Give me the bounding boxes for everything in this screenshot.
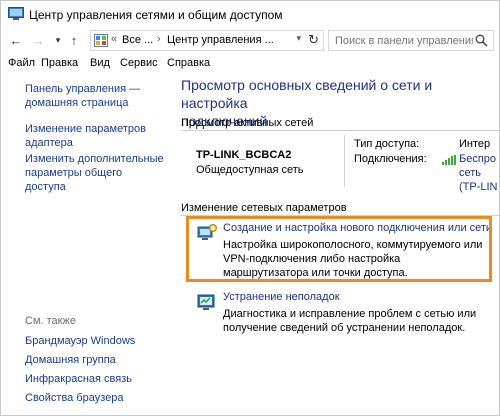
search-box[interactable] xyxy=(328,30,494,51)
menu-tools[interactable]: Сервис xyxy=(120,57,158,69)
network-center-icon xyxy=(8,7,24,20)
menu-bar: Файл Правка Вид Сервис Справка xyxy=(1,54,499,72)
see-also-heading: См. также xyxy=(25,315,76,327)
connection-link-line3[interactable]: (TP-LIN xyxy=(459,181,498,193)
network-sharing-center-window: Центр управления сетями и общим доступом… xyxy=(0,0,500,416)
access-type-value: Интер xyxy=(459,138,491,150)
troubleshoot-description: Диагностика и исправление проблем с сеть… xyxy=(223,308,477,334)
connection-link-line1[interactable]: Беспро xyxy=(459,153,496,165)
back-button[interactable]: ← xyxy=(7,31,25,49)
advanced-sharing-line1: Изменить дополнительные xyxy=(25,153,164,165)
search-icon[interactable] xyxy=(475,34,488,47)
change-adapter-line1: Изменение параметров xyxy=(25,123,146,135)
task-troubleshoot[interactable]: Устранение неполадок Диагностика и испра… xyxy=(189,291,489,339)
address-dropdown-icon[interactable]: ▾ xyxy=(296,33,301,44)
change-adapter-settings-link[interactable]: Изменение параметров адаптера xyxy=(25,122,165,150)
refresh-icon[interactable]: ↻ xyxy=(308,32,319,48)
network-name: TP-LINK_BCBCA2 xyxy=(196,149,292,161)
control-panel-home-line1: Панель управления — xyxy=(25,83,141,95)
highlight-frame xyxy=(186,216,492,282)
title-bar: Центр управления сетями и общим доступом xyxy=(1,1,499,29)
change-adapter-line2: адаптера xyxy=(25,137,73,149)
control-panel-home-link[interactable]: Панель управления — домашняя страница xyxy=(25,82,165,110)
connection-link-line2[interactable]: сеть xyxy=(459,167,481,179)
change-settings-header: Изменение сетевых параметров xyxy=(181,202,347,214)
page-title-line1: Просмотр основных сведений о сети и наст… xyxy=(181,77,433,111)
window-title: Центр управления сетями и общим доступом xyxy=(29,8,283,22)
forward-button[interactable]: → xyxy=(29,31,47,49)
advanced-sharing-settings-link[interactable]: Изменить дополнительные параметры общего… xyxy=(25,152,165,194)
breadcrumb-current[interactable]: Центр управления ... xyxy=(167,34,274,46)
active-networks-header: Просмотр активных сетей xyxy=(181,117,314,129)
chevron-down-icon: ▾ xyxy=(55,34,61,45)
control-panel-icon xyxy=(94,34,108,47)
see-also-infrared-link[interactable]: Инфракрасная связь xyxy=(25,372,165,386)
breadcrumb-all-items[interactable]: Все ... xyxy=(122,34,153,46)
up-arrow-icon: ↑ xyxy=(70,32,78,48)
back-arrow-icon: ← xyxy=(9,32,23,48)
menu-file[interactable]: Файл xyxy=(8,57,35,69)
active-networks-divider xyxy=(181,130,499,131)
forward-arrow-icon: → xyxy=(31,32,45,48)
network-category-link[interactable]: Общедоступная сеть xyxy=(196,164,304,176)
access-type-label: Тип доступа: xyxy=(354,138,420,150)
see-also-browser-properties-link[interactable]: Свойства браузера xyxy=(25,391,165,405)
menu-edit[interactable]: Правка xyxy=(41,57,78,69)
advanced-sharing-line2: параметры общего доступа xyxy=(25,167,123,193)
see-also-homegroup-link[interactable]: Домашняя группа xyxy=(25,353,165,367)
network-info-divider xyxy=(344,135,345,187)
navigation-bar: ← → ▾ ↑ « Все ... › Центр управления ...… xyxy=(1,29,499,53)
breadcrumb-separator-icon[interactable]: › xyxy=(157,33,161,45)
left-task-pane: Панель управления — домашняя страница Из… xyxy=(1,72,171,415)
breadcrumb-overflow-icon[interactable]: « xyxy=(111,33,117,45)
wifi-signal-icon xyxy=(442,155,456,165)
see-also-firewall-link[interactable]: Брандмауэр Windows xyxy=(25,334,165,348)
troubleshoot-icon xyxy=(197,294,215,310)
control-panel-home-line2: домашняя страница xyxy=(25,97,129,109)
address-bar[interactable]: « Все ... › Центр управления ... ▾ ↻ xyxy=(90,30,324,51)
menu-view[interactable]: Вид xyxy=(90,57,110,69)
troubleshoot-link[interactable]: Устранение неполадок xyxy=(223,291,340,303)
up-button[interactable]: ↑ xyxy=(65,31,83,49)
search-input[interactable] xyxy=(335,33,473,49)
connections-label: Подключения: xyxy=(354,153,427,165)
menu-help[interactable]: Справка xyxy=(167,57,210,69)
